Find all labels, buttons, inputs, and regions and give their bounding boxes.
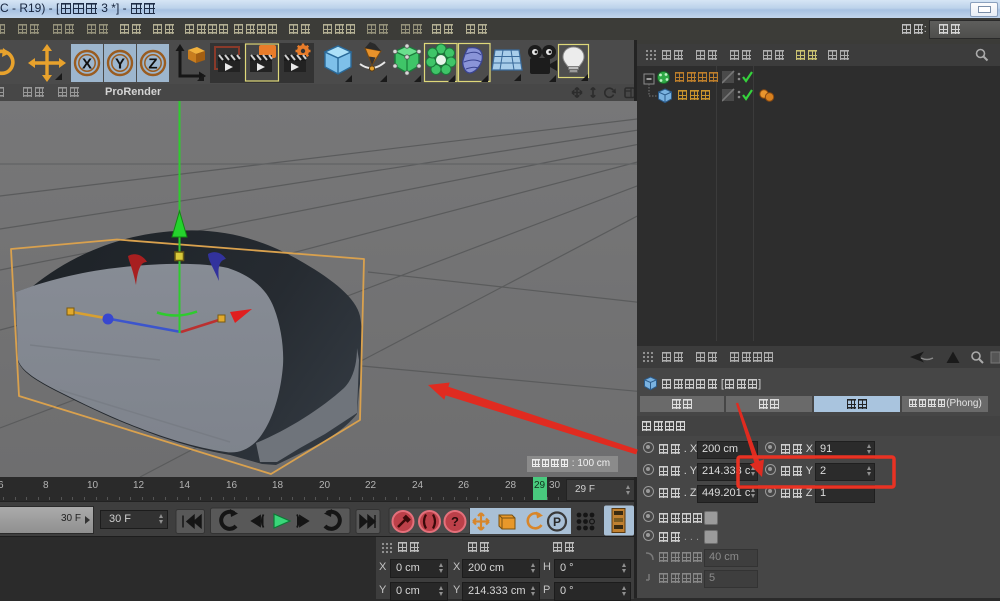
svg-text:X: X — [82, 56, 92, 73]
svg-text:?: ? — [451, 514, 459, 529]
svg-text:P: P — [553, 515, 561, 529]
svg-text:Z: Z — [148, 56, 157, 73]
svg-text:Y: Y — [115, 56, 125, 73]
